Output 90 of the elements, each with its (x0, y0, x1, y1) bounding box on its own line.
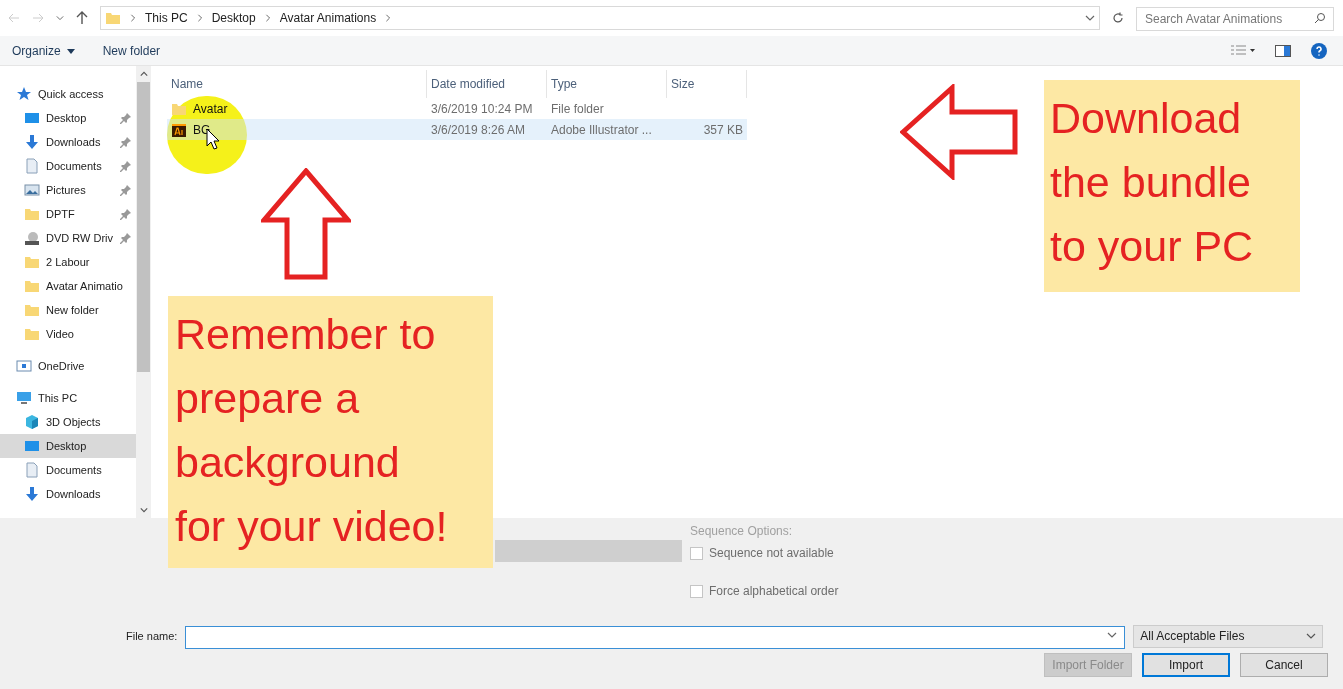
chevron-down-icon[interactable] (1107, 630, 1118, 640)
column-header[interactable]: Size (667, 70, 747, 98)
pin-icon[interactable] (120, 184, 132, 196)
column-header[interactable]: Type (547, 70, 667, 98)
checkbox[interactable] (690, 584, 703, 598)
sidebar-item[interactable]: Downloads (0, 482, 136, 506)
caret-down-icon[interactable] (66, 46, 75, 55)
star-icon (16, 86, 32, 102)
forward-arrow-icon[interactable] (32, 12, 44, 24)
column-header[interactable]: Date modified (427, 70, 547, 98)
file-type-dropdown[interactable]: All Acceptable Files (1133, 624, 1324, 648)
cube-icon (24, 414, 40, 430)
sidebar-item[interactable]: Documents (0, 458, 136, 482)
folder-icon (24, 254, 40, 270)
checkbox[interactable] (690, 546, 703, 560)
folder-icon (24, 278, 40, 294)
chevron-down-icon[interactable] (56, 14, 64, 22)
computer-icon (16, 390, 32, 406)
chevron-down-icon[interactable] (139, 506, 148, 514)
search-icon[interactable] (1314, 11, 1326, 24)
breadcrumb[interactable]: This PC (145, 9, 188, 27)
annotation-note: Remember to prepare a background for your video! (168, 296, 493, 568)
new-folder-button[interactable]: New folder (102, 41, 161, 60)
view-options-icon[interactable] (1231, 44, 1255, 57)
sidebar-item[interactable]: OneDrive (0, 354, 136, 378)
file-name: Avatar (193, 100, 228, 118)
breadcrumb[interactable]: Desktop (211, 9, 256, 27)
breadcrumb[interactable]: Avatar Animations (279, 9, 377, 27)
chevron-up-icon[interactable] (139, 70, 148, 78)
checkbox-label: Sequence not available (709, 545, 834, 562)
up-arrow-icon[interactable] (76, 11, 88, 25)
file-type: File folder (550, 100, 605, 118)
sidebar-item[interactable]: Avatar Animatio (0, 274, 136, 298)
sidebar-item[interactable]: Downloads (0, 130, 136, 154)
chevron-right-icon[interactable] (263, 14, 272, 22)
file-size: 357 KB (703, 122, 743, 137)
pin-icon[interactable] (120, 136, 132, 148)
dialog-button[interactable]: Cancel (1240, 653, 1328, 677)
folder-icon (24, 206, 40, 222)
file-date: 3/6/2019 8:26 AM (430, 121, 527, 139)
file-date: 3/6/2019 10:24 PM (430, 100, 534, 118)
sidebar-item[interactable]: Desktop (0, 434, 136, 458)
organize-button[interactable]: Organize (12, 41, 75, 60)
monitor-icon (24, 110, 40, 126)
sidebar-item[interactable]: DVD RW Driv (0, 226, 136, 250)
refresh-icon[interactable] (1112, 12, 1124, 24)
folder-icon (24, 326, 40, 342)
down-arrow-icon (24, 134, 40, 150)
down-arrow-icon (24, 486, 40, 502)
cloud-drive-icon (16, 358, 32, 374)
sidebar-item[interactable]: 2 Labour (0, 250, 136, 274)
file-name-field[interactable] (185, 625, 1126, 649)
pin-icon[interactable] (120, 160, 132, 172)
dialog-button[interactable]: Import (1142, 653, 1230, 677)
monitor-icon (24, 438, 40, 454)
chevron-right-icon[interactable] (129, 14, 137, 22)
pin-icon[interactable] (120, 112, 132, 124)
picture-icon (24, 182, 40, 198)
sidebar-item[interactable]: 3D Objects (0, 410, 136, 434)
sidebar-item[interactable]: This PC (0, 386, 136, 410)
annotation-note: Download the bundle to your PC (1044, 80, 1300, 292)
pin-icon[interactable] (120, 208, 132, 220)
document-icon (24, 462, 40, 478)
address-bar[interactable]: This PC Desktop Avatar Animations (100, 6, 1100, 30)
pin-icon[interactable] (120, 232, 132, 244)
sidebar-item[interactable]: Desktop (0, 106, 136, 130)
file-name-label: File name: (126, 629, 178, 644)
options-label: Sequence Options: (690, 523, 794, 540)
sidebar-item[interactable]: Quick access (0, 82, 136, 106)
file-row[interactable]: Avatar 3/6/2019 10:24 PM File folder (167, 98, 747, 119)
file-type: Adobe Illustrator ... (550, 121, 653, 139)
chevron-right-icon[interactable] (195, 14, 204, 22)
chevron-right-icon[interactable] (384, 14, 393, 22)
scrollbar[interactable] (136, 66, 151, 518)
sidebar-item[interactable]: Video (0, 322, 136, 346)
sidebar-item[interactable]: Pictures (0, 178, 136, 202)
back-arrow-icon[interactable] (8, 12, 20, 24)
preview-pane-icon[interactable] (1275, 44, 1291, 57)
sidebar-item[interactable]: DPTF (0, 202, 136, 226)
disc-drive-icon (24, 230, 40, 246)
sidebar-item[interactable]: Documents (0, 154, 136, 178)
document-icon (24, 158, 40, 174)
search-field[interactable]: Search Avatar Animations (1136, 6, 1334, 31)
column-header[interactable]: Name (167, 70, 427, 98)
sidebar-item[interactable]: New folder (0, 298, 136, 322)
folder-icon (24, 302, 40, 318)
help-icon[interactable] (1311, 42, 1327, 59)
checkbox-label: Force alphabetical order (709, 583, 839, 600)
chevron-down-icon[interactable] (1085, 13, 1095, 23)
folder-icon (105, 10, 121, 26)
